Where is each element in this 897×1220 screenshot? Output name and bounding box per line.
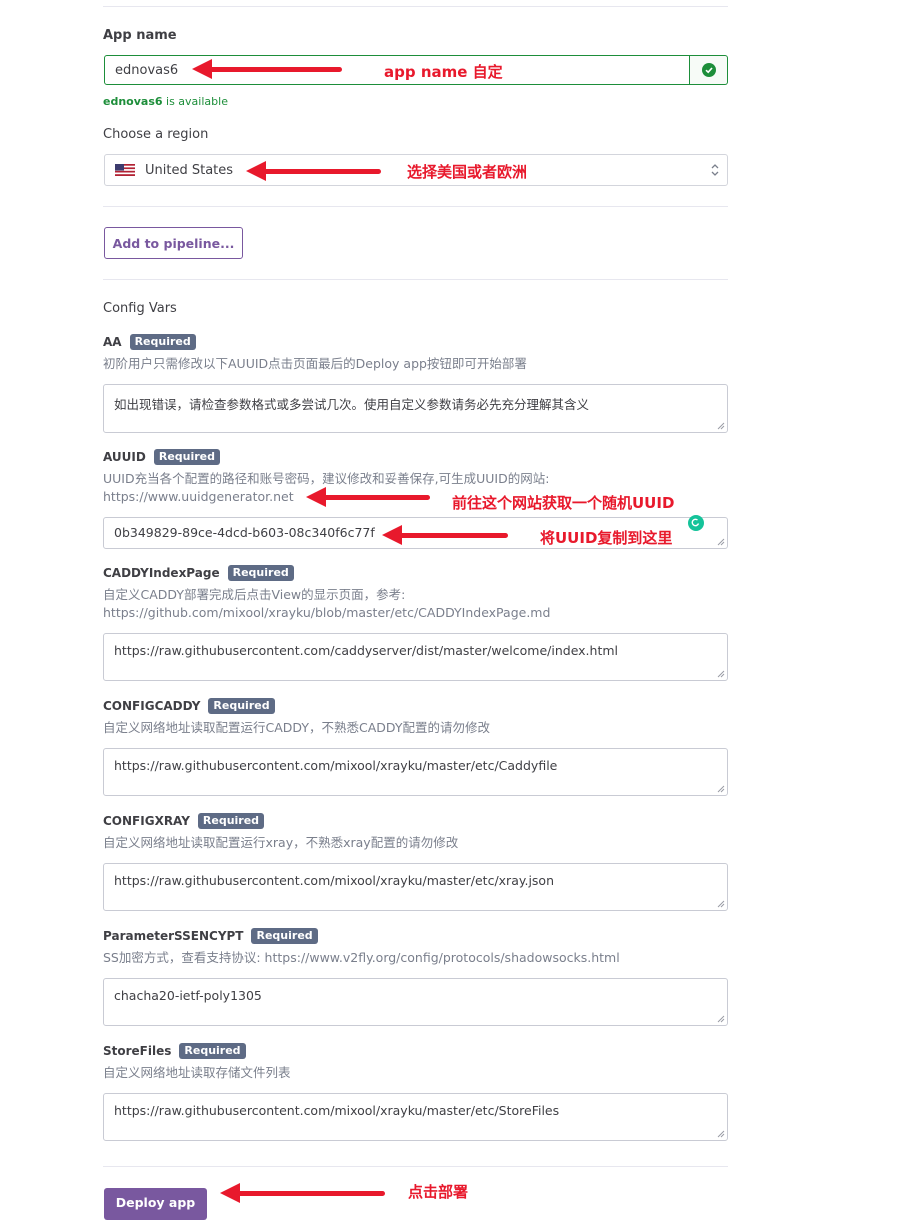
var-name: CADDYIndexPage — [103, 566, 220, 580]
annotation-uuid-paste: 将UUID复制到这里 — [540, 529, 673, 547]
check-circle-icon — [701, 63, 716, 77]
var-value: https://raw.githubusercontent.com/mixool… — [114, 758, 558, 773]
bottom-divider — [103, 1166, 728, 1167]
var-label-caddyindexpage: CADDYIndexPage Required — [103, 565, 294, 581]
annotation-arrow-uuid-site — [306, 487, 430, 507]
var-desc-storefiles: 自定义网络地址读取存储文件列表 — [103, 1065, 291, 1080]
resize-grip-icon[interactable] — [717, 538, 725, 546]
var-input-configcaddy[interactable]: https://raw.githubusercontent.com/mixool… — [103, 748, 728, 796]
var-name: ParameterSSENCYPT — [103, 929, 244, 943]
resize-grip-icon[interactable] — [717, 785, 725, 793]
resize-grip-icon[interactable] — [717, 900, 725, 908]
annotation-uuid-site: 前往这个网站获取一个随机UUID — [452, 494, 675, 512]
resize-grip-icon[interactable] — [717, 1015, 725, 1023]
var-input-caddyindexpage[interactable]: https://raw.githubusercontent.com/caddys… — [103, 633, 728, 681]
var-input-storefiles[interactable]: https://raw.githubusercontent.com/mixool… — [103, 1093, 728, 1141]
us-flag-icon — [115, 164, 135, 176]
required-badge: Required — [197, 813, 265, 829]
var-label-storefiles: StoreFiles Required — [103, 1043, 246, 1059]
annotation-deploy: 点击部署 — [408, 1183, 469, 1201]
region-divider — [103, 206, 728, 207]
resize-grip-icon[interactable] — [717, 670, 725, 678]
availability-name: ednovas6 — [103, 95, 163, 108]
app-name-value: ednovas6 — [115, 63, 179, 78]
var-value: https://raw.githubusercontent.com/caddys… — [114, 643, 619, 658]
var-name: CONFIGXRAY — [103, 814, 190, 828]
pipeline-divider — [103, 279, 728, 280]
var-input-parameterssencypt[interactable]: chacha20-ietf-poly1305 — [103, 978, 728, 1026]
var-name: CONFIGCADDY — [103, 699, 201, 713]
var-desc-configxray: 自定义网络地址读取配置运行xray，不熟悉xray配置的请勿修改 — [103, 835, 459, 850]
required-badge: Required — [179, 1043, 246, 1059]
app-name-status — [690, 55, 728, 85]
select-chevron-icon — [711, 163, 719, 181]
var-label-aa: AA Required — [103, 334, 196, 350]
add-to-pipeline-button[interactable]: Add to pipeline... — [104, 227, 243, 259]
var-input-configxray[interactable]: https://raw.githubusercontent.com/mixool… — [103, 863, 728, 911]
resize-grip-icon[interactable] — [717, 422, 725, 430]
var-label-configxray: CONFIGXRAY Required — [103, 813, 265, 829]
deploy-app-label: Deploy app — [115, 1195, 196, 1210]
region-value: United States — [145, 162, 234, 178]
caddy-index-reference-link[interactable]: https://github.com/mixool/xrayku/blob/ma… — [103, 604, 728, 622]
required-badge: Required — [227, 565, 294, 581]
annotation-arrow-app-name — [192, 59, 342, 79]
var-desc-parameterssencypt: SS加密方式，查看支持协议: https://www.v2fly.org/con… — [103, 950, 620, 965]
var-label-auuid: AUUID Required — [103, 449, 221, 465]
required-badge: Required — [251, 928, 318, 944]
app-name-label: App name — [103, 28, 177, 43]
required-badge: Required — [153, 449, 221, 465]
var-name: AUUID — [103, 450, 146, 464]
var-input-aa[interactable]: 如出现错误，请检查参数格式或多尝试几次。使用自定义参数请务必先充分理解其含义 — [103, 384, 728, 433]
annotation-arrow-uuid-paste — [382, 525, 508, 545]
grammarly-icon[interactable] — [688, 515, 704, 531]
annotation-arrow-region — [246, 161, 381, 181]
var-name: StoreFiles — [103, 1044, 172, 1058]
var-value: https://raw.githubusercontent.com/mixool… — [114, 873, 555, 888]
var-value: 如出现错误，请检查参数格式或多尝试几次。使用自定义参数请务必先充分理解其含义 — [114, 397, 590, 412]
var-desc-caddyindexpage: 自定义CADDY部署完成后点击View的显示页面，参考: — [103, 587, 406, 602]
var-value: chacha20-ietf-poly1305 — [114, 988, 262, 1003]
required-badge: Required — [129, 334, 196, 350]
deploy-app-button[interactable]: Deploy app — [104, 1188, 207, 1220]
var-value: https://raw.githubusercontent.com/mixool… — [114, 1103, 560, 1118]
annotation-app-name: app name 自定 — [384, 63, 503, 81]
add-to-pipeline-label: Add to pipeline... — [112, 235, 235, 251]
availability-message: ednovas6 is available — [103, 95, 228, 108]
top-divider — [103, 6, 728, 7]
var-name: AA — [103, 335, 122, 349]
annotation-arrow-deploy — [220, 1183, 385, 1203]
var-value: 0b349829-89ce-4dcd-b603-08c340f6c77f — [114, 525, 375, 540]
required-badge: Required — [208, 698, 275, 714]
var-label-configcaddy: CONFIGCADDY Required — [103, 698, 275, 714]
region-label: Choose a region — [103, 127, 209, 142]
var-desc-auuid: UUID充当各个配置的路径和账号密码，建议修改和妥善保存,可生成UUID的网站: — [103, 471, 550, 486]
config-vars-heading: Config Vars — [103, 301, 177, 316]
var-label-parameterssencypt: ParameterSSENCYPT Required — [103, 928, 318, 944]
availability-text: is available — [162, 95, 228, 108]
var-desc-configcaddy: 自定义网络地址读取配置运行CADDY，不熟悉CADDY配置的请勿修改 — [103, 720, 490, 735]
var-desc-aa: 初阶用户只需修改以下AUUID点击页面最后的Deploy app按钮即可开始部署 — [103, 356, 527, 371]
annotation-region: 选择美国或者欧洲 — [407, 163, 528, 181]
resize-grip-icon[interactable] — [717, 1130, 725, 1138]
